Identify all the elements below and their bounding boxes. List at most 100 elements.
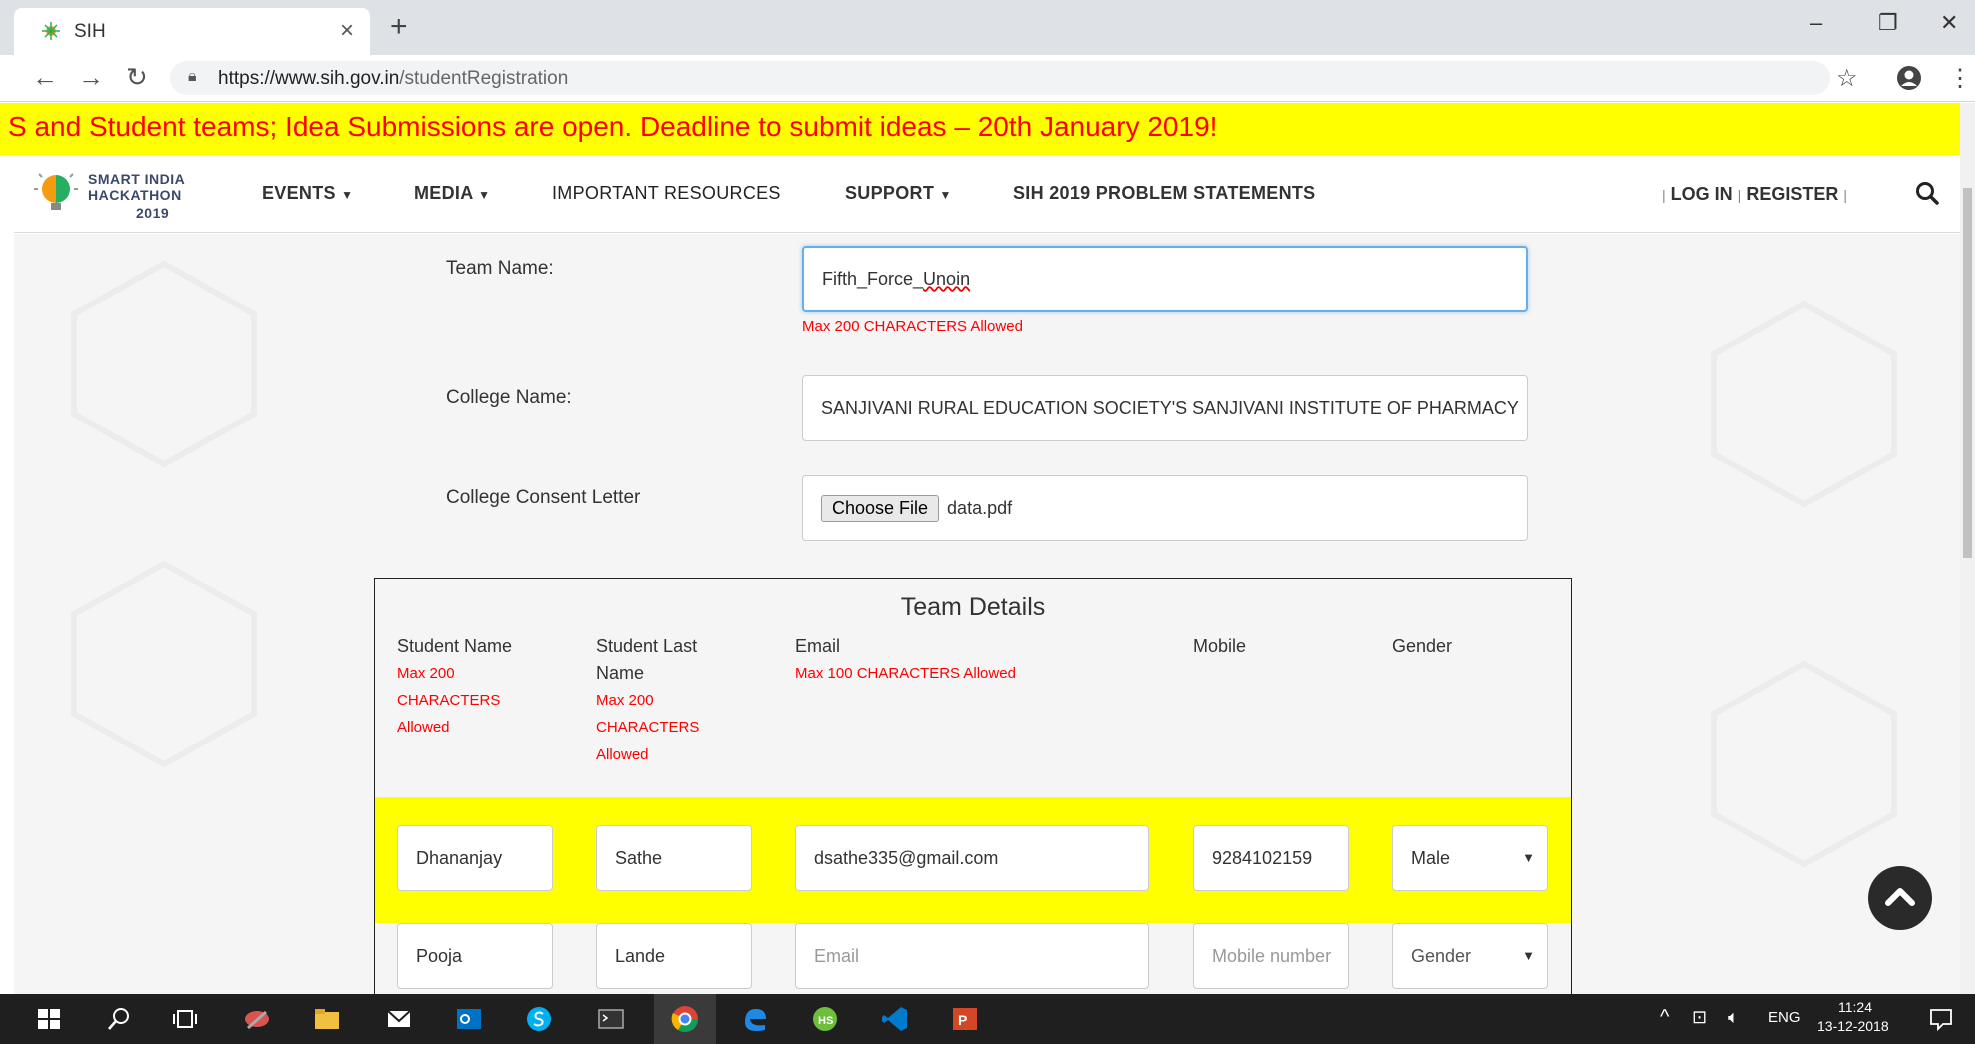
reload-icon[interactable]: ↻	[126, 62, 148, 93]
nav-events-label: EVENTS	[262, 183, 336, 203]
address-bar[interactable]: 🔒︎ https://www.sih.gov.in/studentRegistr…	[170, 61, 1830, 95]
scrollbar-thumb[interactable]	[1963, 188, 1972, 558]
column-header-gender: Gender	[1392, 633, 1452, 660]
hotspot-shield-icon[interactable]: HS	[810, 1004, 840, 1034]
forward-icon[interactable]: →	[78, 62, 104, 93]
minimize-icon[interactable]: –	[1810, 10, 1822, 36]
search-icon[interactable]	[1914, 180, 1940, 206]
profile-icon[interactable]	[1896, 65, 1922, 91]
team-name-input[interactable]: Fifth_Force_ Unoin	[802, 246, 1528, 312]
row2-gender-select[interactable]: Gender ▼	[1392, 923, 1548, 989]
row2-last-name: Lande	[615, 945, 666, 966]
row1-gender: Male	[1411, 847, 1451, 868]
menu-kebab-icon[interactable]: ⋮	[1948, 64, 1972, 93]
chevron-up-tray-icon[interactable]: ^	[1660, 1006, 1669, 1029]
nav-support[interactable]: SUPPORT ▼	[845, 183, 952, 204]
team-name-value-misspelled: Unoin	[923, 268, 971, 289]
task-view-icon[interactable]	[170, 1004, 200, 1034]
row2-gender-placeholder: Gender	[1411, 945, 1472, 966]
chrome-icon[interactable]	[670, 1004, 700, 1034]
nav-media[interactable]: MEDIA ▼	[414, 183, 490, 204]
restore-icon[interactable]: ❐	[1878, 10, 1898, 36]
row1-first-name-input[interactable]: Dhananjay	[397, 825, 553, 891]
language-indicator[interactable]: ENG	[1768, 1009, 1801, 1026]
clock-time: 11:24	[1838, 999, 1872, 1015]
student-name-header: Student Name	[397, 636, 513, 656]
new-tab-icon[interactable]: +	[390, 10, 408, 44]
notifications-icon[interactable]	[1926, 1004, 1956, 1034]
row1-mobile: 9284102159	[1212, 847, 1313, 868]
auth-links: | LOG IN | REGISTER |	[1662, 184, 1847, 205]
back-icon[interactable]: ←	[32, 62, 58, 93]
tab-title: SIH	[74, 21, 106, 42]
network-icon[interactable]: ⊡	[1692, 1007, 1707, 1028]
outlook-icon[interactable]	[454, 1004, 484, 1034]
team-name-value-prefix: Fifth_Force_	[822, 268, 924, 289]
row1-last-name-input[interactable]: Sathe	[596, 825, 752, 891]
row1-email-input[interactable]: dsathe335@gmail.com	[795, 825, 1149, 891]
college-name-input[interactable]: SANJIVANI RURAL EDUCATION SOCIETY'S SANJ…	[802, 375, 1528, 441]
browser-tab-strip: SIH × + – ❐ ✕	[0, 0, 1975, 55]
nav-problem-statements-label: SIH 2019 PROBLEM STATEMENTS	[1013, 183, 1316, 203]
registration-form: Team Name: Fifth_Force_ Unoin Max 200 CHA…	[14, 234, 1960, 994]
logo-line-3: 2019	[136, 205, 170, 221]
powerpoint-icon[interactable]: P	[950, 1004, 980, 1034]
windows-start-icon[interactable]	[34, 1004, 64, 1034]
separator: |	[1662, 187, 1666, 203]
row2-mobile-input[interactable]: Mobile number	[1193, 923, 1349, 989]
row2-email-placeholder: Email	[814, 945, 860, 966]
column-header-mobile: Mobile	[1193, 633, 1246, 660]
college-name-label: College Name:	[446, 387, 572, 408]
vscode-icon[interactable]	[880, 1004, 910, 1034]
row1-last-name: Sathe	[615, 847, 663, 868]
svg-text:P: P	[958, 1012, 967, 1028]
email-header: Email	[795, 636, 841, 656]
separator: |	[1737, 187, 1742, 203]
team-name-label: Team Name:	[446, 258, 554, 279]
search-icon[interactable]	[104, 1004, 134, 1034]
scroll-to-top-button[interactable]	[1868, 866, 1932, 930]
register-link[interactable]: REGISTER	[1746, 184, 1838, 204]
edge-icon[interactable]	[740, 1004, 770, 1034]
close-tab-icon[interactable]: ×	[340, 17, 354, 45]
nav-resources-label: IMPORTANT RESOURCES	[552, 183, 781, 203]
choose-file-button[interactable]: Choose File	[821, 494, 940, 522]
row1-gender-select[interactable]: Male ▼	[1392, 825, 1548, 891]
column-header-email: Email Max 100 CHARACTERS Allowed	[795, 633, 1125, 687]
browser-tab[interactable]: SIH ×	[14, 8, 370, 55]
login-link[interactable]: LOG IN	[1671, 184, 1733, 204]
lock-icon: 🔒︎	[188, 68, 197, 85]
nav-problem-statements[interactable]: SIH 2019 PROBLEM STATEMENTS	[1013, 183, 1315, 204]
gender-header: Gender	[1392, 636, 1453, 656]
student-name-hint: Max 200 CHARACTERS Allowed	[397, 665, 501, 736]
skype-icon[interactable]	[524, 1004, 554, 1034]
mail-icon[interactable]	[384, 1004, 414, 1034]
caret-down-icon: ▼	[478, 188, 491, 202]
dropdown-arrow-icon: ▼	[1522, 948, 1535, 963]
snipping-tool-icon[interactable]	[242, 1004, 272, 1034]
url-text: https://www.sih.gov.in/studentRegistrati…	[218, 68, 568, 90]
marquee-text: S and Student teams; Idea Submissions ar…	[8, 111, 1218, 142]
last-name-header-line1: Student Last	[596, 636, 698, 656]
row2-email-input[interactable]: Email	[795, 923, 1149, 989]
address-bar-row: ← → ↻ 🔒︎ https://www.sih.gov.in/studentR…	[0, 55, 1975, 102]
row1-mobile-input[interactable]: 9284102159	[1193, 825, 1349, 891]
row2-first-name-input[interactable]: Pooja	[397, 923, 553, 989]
windows-taskbar: HS P ^ ⊡ 🔈︎ ENG 11:24 13-12-2018	[0, 994, 1975, 1044]
volume-icon[interactable]: 🔈︎	[1728, 1007, 1739, 1028]
separator: |	[1843, 187, 1847, 203]
bookmark-star-icon[interactable]: ☆	[1836, 64, 1858, 93]
page-scrollbar[interactable]	[1960, 103, 1975, 994]
nav-important-resources[interactable]: IMPORTANT RESOURCES	[552, 183, 781, 204]
sih-logo[interactable]: SMART INDIA HACKATHON 2019	[30, 165, 210, 225]
nav-events[interactable]: EVENTS ▼	[262, 183, 353, 204]
caret-down-icon: ▼	[939, 188, 952, 202]
consent-file-input[interactable]: Choose File data.pdf	[802, 475, 1528, 541]
close-window-icon[interactable]: ✕	[1940, 10, 1958, 36]
row2-last-name-input[interactable]: Lande	[596, 923, 752, 989]
last-name-header-line2: Name	[596, 663, 645, 683]
caret-down-icon: ▼	[341, 188, 354, 202]
file-explorer-icon[interactable]	[312, 1004, 342, 1034]
url-path: /studentRegistration	[399, 68, 569, 89]
terminal-icon[interactable]	[596, 1004, 626, 1034]
